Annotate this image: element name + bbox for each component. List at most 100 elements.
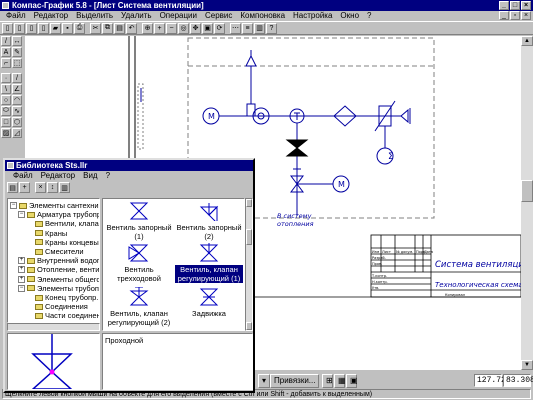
tree-expander-icon[interactable]: − <box>18 284 25 292</box>
dimensions-tool-icon[interactable]: ↔ <box>12 36 22 46</box>
round-toggle-icon[interactable]: ▣ <box>346 374 358 388</box>
doc-minimize-button[interactable]: _ <box>499 11 509 20</box>
minimize-button[interactable]: _ <box>499 1 509 10</box>
tree-item[interactable]: Конец трубопр. <box>26 293 98 302</box>
tree-item[interactable]: Части соединений <box>26 311 99 320</box>
tree-expander-icon[interactable]: − <box>10 202 17 209</box>
cut-icon[interactable]: ✂ <box>90 22 101 34</box>
menu-help[interactable]: ? <box>363 11 375 21</box>
snaps-button[interactable]: Привязки... <box>270 374 320 388</box>
segment-icon[interactable]: \ <box>1 84 11 94</box>
new-doc-icon[interactable]: ▯ <box>2 22 13 34</box>
chamfer-icon[interactable]: ◿ <box>12 128 22 138</box>
maximize-button[interactable]: □ <box>510 1 520 10</box>
scroll-up-icon[interactable]: ▲ <box>521 36 533 46</box>
library-menu-file[interactable]: Файл <box>9 171 37 181</box>
library-delete-icon[interactable]: × <box>35 182 46 193</box>
library-move-icon[interactable]: ↕ <box>47 182 58 193</box>
point-icon[interactable]: · <box>1 73 11 83</box>
menu-operations[interactable]: Операции <box>156 11 201 21</box>
menu-edit[interactable]: Редактор <box>30 11 72 21</box>
zoom-window-icon[interactable]: ⊕ <box>142 22 153 34</box>
menu-layout[interactable]: Компоновка <box>236 11 289 21</box>
undo-icon[interactable]: ↶ <box>126 22 137 34</box>
spline-icon[interactable]: ∿ <box>12 106 22 116</box>
save-icon[interactable]: ▪ <box>62 22 73 34</box>
library-tree[interactable]: − Элементы сантехники − Арматура трубопр. Ве… <box>7 198 100 323</box>
library-add-icon[interactable]: + <box>19 182 30 193</box>
ortho-icon[interactable]: ⊞ <box>322 374 333 388</box>
library-item[interactable]: Задвижка <box>175 287 243 318</box>
pan-icon[interactable]: ✥ <box>190 22 201 34</box>
tree-item[interactable]: + Элементы общего <box>18 275 99 284</box>
ellipse-icon[interactable]: ⬭ <box>1 106 11 116</box>
tree-item[interactable]: − Арматура трубопр. <box>18 210 99 219</box>
library-open-icon[interactable]: ▤ <box>7 182 18 193</box>
zoom-out-icon[interactable]: − <box>166 22 177 34</box>
library-item[interactable]: Вентиль, клапан регулирующий (1) <box>175 243 243 283</box>
coord-y-field[interactable]: 83.308 <box>503 374 533 387</box>
close-button[interactable]: × <box>521 1 531 10</box>
paste-icon[interactable]: ▤ <box>114 22 125 34</box>
tree-expander-icon[interactable]: + <box>18 266 25 274</box>
tree-item[interactable]: Соединения <box>26 302 88 311</box>
rectangle-icon[interactable]: □ <box>1 117 11 127</box>
new-spec-icon[interactable]: ▯ <box>38 22 49 34</box>
tree-item[interactable]: − Элементы сантехники <box>10 201 99 210</box>
menu-service[interactable]: Сервис <box>201 11 236 21</box>
status-toggle-icon[interactable]: ▾ <box>258 374 271 388</box>
help-icon[interactable]: ? <box>266 22 277 34</box>
canvas-vertical-scrollbar[interactable]: ▲ ▼ <box>521 36 533 370</box>
scroll-thumb[interactable] <box>521 180 533 202</box>
circle-icon[interactable]: ○ <box>1 95 11 105</box>
copy-icon[interactable]: ⧉ <box>102 22 113 34</box>
library-item[interactable]: Вентиль запорный (1) <box>105 201 173 241</box>
polyline-icon[interactable]: ∠ <box>12 84 22 94</box>
icon-view-scrollbar[interactable] <box>245 198 253 331</box>
library-item[interactable]: Вентиль запорный (2) <box>175 201 243 241</box>
tree-item[interactable]: + Отопление, вентиляция <box>18 265 99 274</box>
tree-item[interactable]: − Элементы трубопр. <box>18 284 99 293</box>
library-props-icon[interactable]: ▥ <box>59 182 70 193</box>
new-fragment-icon[interactable]: ▯ <box>14 22 25 34</box>
arc-icon[interactable]: ◠ <box>12 95 22 105</box>
menu-select[interactable]: Выделить <box>72 11 117 21</box>
library-menu-edit[interactable]: Редактор <box>37 171 79 181</box>
tree-item[interactable]: + Внутренний водопр. <box>18 256 99 265</box>
library-title-bar[interactable]: Библиотека Sts.llr <box>5 160 253 171</box>
refresh-icon[interactable]: ⟳ <box>214 22 225 34</box>
doc-close-button[interactable]: × <box>521 11 531 20</box>
coord-x-field[interactable]: 127.729 <box>474 374 511 387</box>
library-window-icon[interactable] <box>7 162 14 169</box>
library-icon-view[interactable]: Вентиль запорный (1) Вентиль запорный (2)… <box>102 198 245 331</box>
tree-expander-icon[interactable]: + <box>18 257 25 265</box>
open-icon[interactable]: ▰ <box>50 22 61 34</box>
library-menu-view[interactable]: Вид <box>79 171 101 181</box>
scroll-down-icon[interactable]: ▼ <box>521 360 533 370</box>
zoom-in-icon[interactable]: + <box>154 22 165 34</box>
print-icon[interactable]: ⎙ <box>74 22 85 34</box>
menu-file[interactable]: Файл <box>2 11 30 21</box>
library-icon[interactable]: ▥ <box>254 22 265 34</box>
grid-toggle-icon[interactable]: ▦ <box>334 374 346 388</box>
app-icon[interactable] <box>2 2 9 9</box>
edit-tool-icon[interactable]: ✎ <box>12 47 22 57</box>
new-text-icon[interactable]: ▯ <box>26 22 37 34</box>
menu-window[interactable]: Окно <box>336 11 363 21</box>
layers-icon[interactable]: ≡ <box>242 22 253 34</box>
tree-expander-icon[interactable]: + <box>18 275 25 283</box>
icon-scroll-up-icon[interactable] <box>246 199 252 207</box>
measure-tool-icon[interactable]: ⌐ <box>1 58 11 68</box>
hatch-icon[interactable]: ▨ <box>1 128 11 138</box>
library-menu-help[interactable]: ? <box>102 171 114 181</box>
icon-scroll-thumb[interactable] <box>246 229 252 245</box>
tree-item[interactable]: Смесители <box>26 247 84 256</box>
grid-icon[interactable]: ⋯ <box>230 22 241 34</box>
library-item[interactable]: Вентиль, клапан регулирующий (2) <box>105 287 173 327</box>
tree-horizontal-scrollbar[interactable] <box>7 323 100 331</box>
tree-item[interactable]: Краны концевые <box>26 238 99 247</box>
symbols-tool-icon[interactable]: A <box>1 47 11 57</box>
menu-delete[interactable]: Удалить <box>117 11 156 21</box>
polygon-icon[interactable]: ⬡ <box>12 117 22 127</box>
select-tool-icon[interactable]: ⬚ <box>12 58 22 68</box>
